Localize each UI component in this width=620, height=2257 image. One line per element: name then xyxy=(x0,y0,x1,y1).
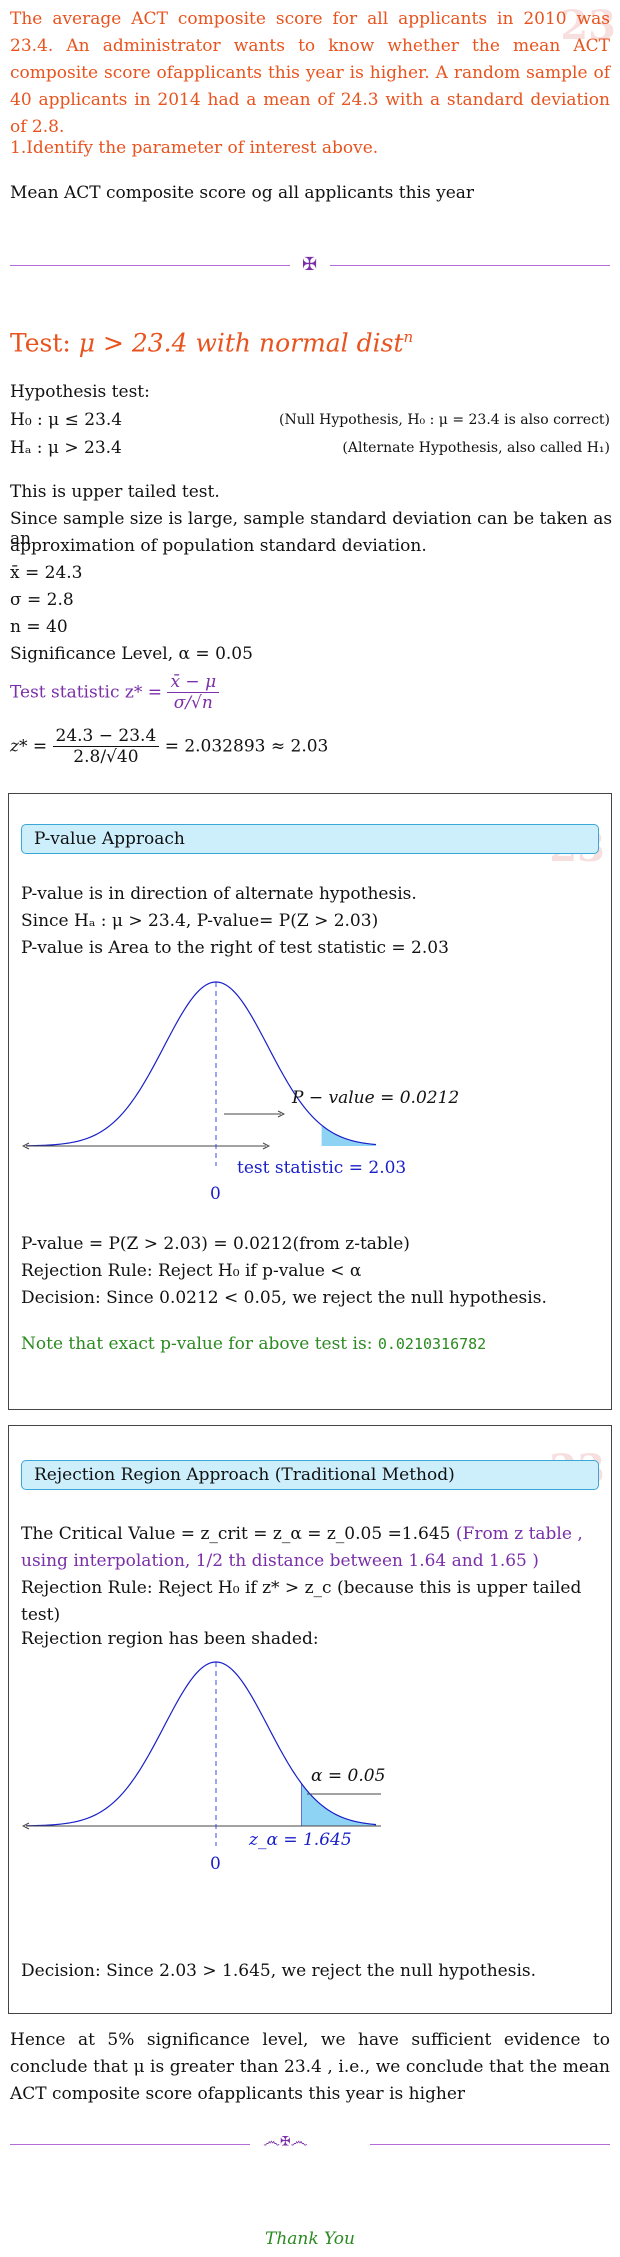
exact-pvalue-note: Note that exact p-value for above test i… xyxy=(21,1334,486,1354)
divider-ornament-icon: ✠ xyxy=(302,254,318,275)
test-heading-sup: n xyxy=(403,328,414,346)
test-statistic-formula: Test statistic z* = x̄ − μ σ/√n xyxy=(10,672,220,713)
z-calc-num: 24.3 − 23.4 xyxy=(52,726,160,747)
rejection-shaded-text: Rejection region has been shaded: xyxy=(21,1629,319,1649)
critical-value-line: The Critical Value = z_crit = z_α = z_0.… xyxy=(21,1521,606,1575)
pvalue-line-1: P-value is in direction of alternate hyp… xyxy=(21,884,417,904)
alpha-graph-label: α = 0.05 xyxy=(311,1766,386,1786)
pvalue-approach-box: 23 P-value Approach P-value is in direct… xyxy=(8,793,612,1410)
pvalue-curve xyxy=(25,981,377,1147)
body-line-1: This is upper tailed test. xyxy=(10,482,220,502)
test-stat-label: Test statistic z* = xyxy=(10,682,163,703)
solution-page: 23 The average ACT composite score for a… xyxy=(0,0,620,2257)
test-stat-num: x̄ − μ xyxy=(167,672,220,693)
pvalue-result-2: Rejection Rule: Reject H₀ if p-value < α xyxy=(21,1261,362,1281)
alt-hypothesis-note: (Alternate Hypothesis, also called H₁) xyxy=(342,440,610,456)
alt-hypothesis: Hₐ : μ > 23.4 xyxy=(10,438,122,458)
rejection-region-box: 23 Rejection Region Approach (Traditiona… xyxy=(8,1425,612,2014)
problem-statement: The average ACT composite score for all … xyxy=(10,9,610,137)
param-sigma: σ = 2.8 xyxy=(10,590,74,610)
exact-pvalue-value: 0.0210316782 xyxy=(377,1335,487,1353)
test-heading: Test: μ > 23.4 with normal distn xyxy=(10,328,413,357)
body-line-3: approximation of population standard dev… xyxy=(10,536,427,556)
z-calc-rhs: = 2.032893 ≈ 2.03 xyxy=(164,736,329,757)
null-hypothesis-note: (Null Hypothesis, H₀ : μ = 23.4 is also … xyxy=(279,412,610,428)
question-text: 1.Identify the parameter of interest abo… xyxy=(10,138,379,158)
rejection-normal-curve-graph xyxy=(21,1661,381,1846)
critical-value-text: The Critical Value = z_crit = z_α = z_0.… xyxy=(21,1524,451,1544)
null-hypothesis: H₀ : μ ≤ 23.4 xyxy=(10,410,123,430)
test-stat-den: σ/√n xyxy=(173,693,213,713)
hypothesis-title: Hypothesis test: xyxy=(10,382,150,402)
rejection-shaded-area xyxy=(301,1782,377,1827)
rejection-curve xyxy=(25,1661,377,1827)
divider-line-left xyxy=(10,265,290,266)
divider-line-right xyxy=(330,265,610,266)
pvalue-line-3: P-value is Area to the right of test sta… xyxy=(21,938,449,958)
test-statistic-graph-label: test statistic = 2.03 xyxy=(237,1158,407,1178)
param-alpha: Significance Level, α = 0.05 xyxy=(10,644,253,664)
divider2-line-left xyxy=(10,2144,250,2145)
z-calc-lhs: z* = xyxy=(10,736,48,757)
z-alpha-graph-label: z_α = 1.645 xyxy=(249,1830,352,1850)
pvalue-result-1: P-value = P(Z > 2.03) = 0.0212(from z-ta… xyxy=(21,1234,410,1254)
rejection-rule: Rejection Rule: Reject H₀ if z* > z_c (b… xyxy=(21,1578,582,1625)
z-calc-fraction: 24.3 − 23.4 2.8/√40 xyxy=(52,726,160,767)
param-n: n = 40 xyxy=(10,617,68,637)
test-stat-fraction: x̄ − μ σ/√n xyxy=(167,672,220,713)
param-xbar: x̄ = 24.3 xyxy=(10,563,83,583)
pvalue-result-3: Decision: Since 0.0212 < 0.05, we reject… xyxy=(21,1288,547,1308)
z-calc-den: 2.8/√40 xyxy=(73,747,139,767)
test-heading-prefix: Test: xyxy=(10,328,79,358)
test-heading-expr: μ > 23.4 with normal dist xyxy=(78,328,404,358)
pvalue-line-2: Since Hₐ : μ > 23.4, P-value= P(Z > 2.03… xyxy=(21,911,379,931)
divider2-ornament-icon: ෴✠෴ xyxy=(263,2131,308,2152)
pvalue-shaded-area xyxy=(321,1125,376,1146)
pvalue-normal-curve-graph xyxy=(21,981,377,1166)
rejection-graph-zero: 0 xyxy=(210,1854,221,1874)
pvalue-graph-zero: 0 xyxy=(210,1184,221,1204)
conclusion-text: Hence at 5% significance level, we have … xyxy=(10,2030,610,2104)
z-calculation: z* = 24.3 − 23.4 2.8/√40 = 2.032893 ≈ 2.… xyxy=(10,726,328,767)
pvalue-box-title: P-value Approach xyxy=(21,824,599,854)
pvalue-graph-label: P − value = 0.0212 xyxy=(292,1088,460,1108)
divider2-line-right xyxy=(370,2144,610,2145)
rejection-box-title: Rejection Region Approach (Traditional M… xyxy=(21,1460,599,1490)
exact-pvalue-note-text: Note that exact p-value for above test i… xyxy=(21,1334,378,1354)
rejection-decision: Decision: Since 2.03 > 1.645, we reject … xyxy=(21,1961,537,1981)
thank-you-text: Thank You xyxy=(264,2229,355,2249)
answer-text: Mean ACT composite score og all applican… xyxy=(10,183,475,203)
